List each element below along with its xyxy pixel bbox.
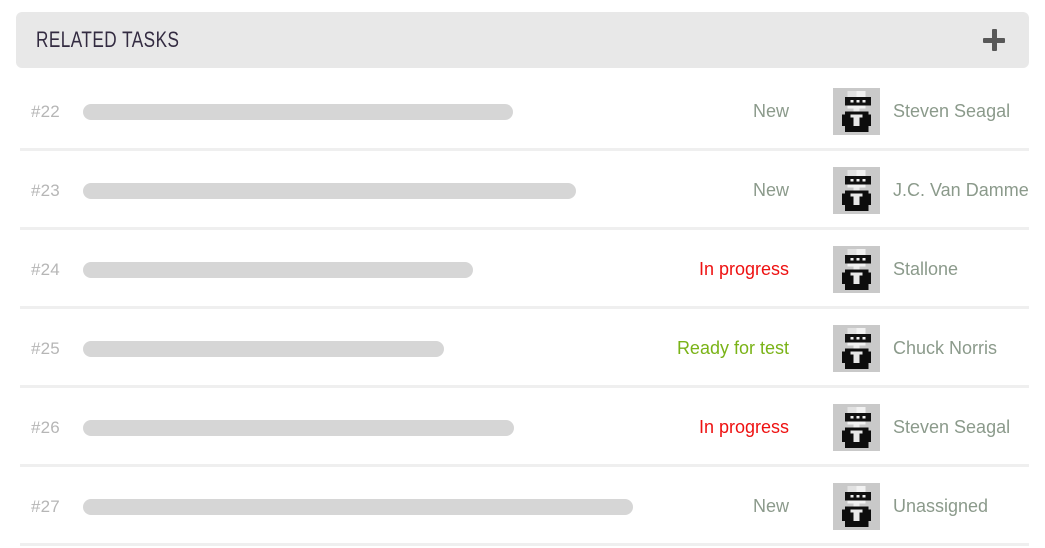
task-row[interactable]: #25 Ready for test Chuck Norris	[0, 309, 1045, 388]
task-row[interactable]: #24 In progress Stallone	[0, 230, 1045, 309]
task-row[interactable]: #22 New Steven Seagal	[0, 72, 1045, 151]
task-title-placeholder-bar	[83, 340, 444, 357]
task-title-placeholder-bar	[83, 419, 514, 436]
user-avatar-icon	[833, 167, 880, 214]
task-row[interactable]: #23 New J.C. Van Damme	[0, 151, 1045, 230]
task-id: #25	[31, 338, 60, 358]
task-title-placeholder-bar	[83, 261, 473, 278]
assignee-name: Steven Seagal	[893, 101, 1011, 121]
assignee-name: Unassigned	[893, 496, 989, 516]
task-title-placeholder-bar	[83, 498, 633, 515]
user-avatar-icon	[833, 483, 880, 530]
user-avatar-icon	[833, 404, 880, 451]
assignee-name: Chuck Norris	[893, 338, 998, 358]
task-title-placeholder-bar	[83, 182, 576, 199]
assignee-name: J.C. Van Damme	[893, 180, 1029, 200]
plus-icon	[981, 27, 1007, 53]
task-id: #26	[31, 417, 60, 437]
task-row[interactable]: #27 New Unassigned	[0, 467, 1045, 546]
status-badge: New	[752, 101, 789, 121]
panel-header: RELATED TASKS	[16, 12, 1029, 68]
task-title-placeholder-bar	[83, 103, 513, 120]
task-row[interactable]: #26 In progress Steven Seagal	[0, 388, 1045, 467]
related-tasks-panel: RELATED TASKS #22 New Steven Seagal #23 New J…	[0, 0, 1045, 548]
status-badge: New	[752, 180, 789, 200]
status-badge: In progress	[698, 417, 789, 437]
user-avatar-icon	[833, 325, 880, 372]
user-avatar-icon	[833, 88, 880, 135]
status-badge: Ready for test	[676, 338, 789, 358]
add-task-button[interactable]	[979, 25, 1009, 55]
task-list: #22 New Steven Seagal #23 New J.C. Van Damme #…	[0, 72, 1045, 546]
panel-title: RELATED TASKS	[36, 27, 180, 52]
assignee-name: Stallone	[893, 259, 959, 279]
status-badge: New	[752, 496, 789, 516]
assignee-name: Steven Seagal	[893, 417, 1011, 437]
task-id: #22	[31, 101, 60, 121]
task-id: #27	[31, 496, 60, 516]
task-id: #24	[31, 259, 60, 279]
user-avatar-icon	[833, 246, 880, 293]
task-id: #23	[31, 180, 60, 200]
status-badge: In progress	[698, 259, 789, 279]
